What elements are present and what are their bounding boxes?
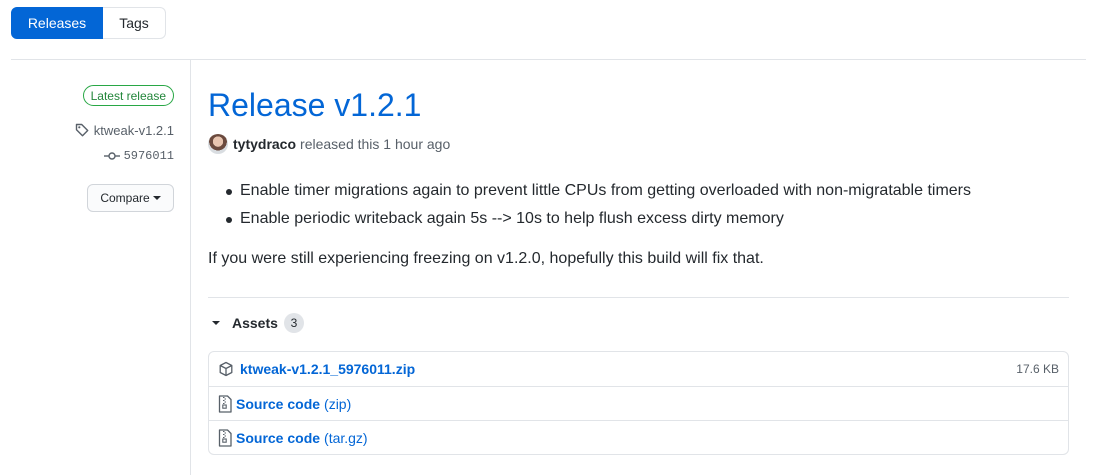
assets-list: ktweak-v1.2.1_5976011.zip 17.6 KB Source… bbox=[208, 351, 1069, 455]
avatar[interactable] bbox=[208, 134, 228, 154]
asset-size: 17.6 KB bbox=[1016, 362, 1059, 376]
release-title[interactable]: Release v1.2.1 bbox=[208, 84, 421, 126]
author-link[interactable]: tytydraco bbox=[233, 136, 296, 152]
compare-label: Compare bbox=[100, 191, 150, 205]
release-tabs: Releases Tags bbox=[11, 7, 166, 39]
list-item: Enable periodic writeback again 5s --> 1… bbox=[226, 208, 971, 230]
compare-button[interactable]: Compare bbox=[87, 184, 174, 212]
package-icon bbox=[218, 361, 234, 377]
assets-label: Assets bbox=[232, 315, 278, 331]
tag-name: ktweak-v1.2.1 bbox=[93, 122, 174, 138]
assets-count-badge: 3 bbox=[283, 313, 304, 333]
chevron-down-icon bbox=[212, 321, 220, 325]
chevron-down-icon bbox=[152, 196, 161, 200]
asset-ext[interactable]: (tar.gz) bbox=[324, 430, 368, 446]
release-byline: tytydraco released this 1 hour ago bbox=[208, 134, 450, 154]
list-item: Enable timer migrations again to prevent… bbox=[226, 180, 971, 202]
commit-link[interactable]: 5976011 bbox=[103, 149, 174, 163]
assets-toggle[interactable]: Assets 3 bbox=[212, 313, 304, 333]
source-code-tar-link[interactable]: Source code bbox=[236, 430, 320, 446]
asset-row: Source code (tar.gz) bbox=[209, 420, 1068, 454]
file-zip-icon bbox=[218, 428, 232, 447]
timeline-divider bbox=[190, 60, 191, 475]
tab-tags[interactable]: Tags bbox=[103, 7, 166, 39]
tag-icon bbox=[74, 122, 90, 138]
commit-sha: 5976011 bbox=[123, 149, 174, 163]
release-notes-list: Enable timer migrations again to prevent… bbox=[226, 180, 971, 236]
source-code-zip-link[interactable]: Source code bbox=[236, 396, 320, 412]
release-notes-paragraph: If you were still experiencing freezing … bbox=[208, 250, 764, 267]
commit-icon bbox=[103, 150, 120, 162]
asset-row: Source code (zip) bbox=[209, 386, 1068, 420]
asset-download-link[interactable]: ktweak-v1.2.1_5976011.zip bbox=[240, 361, 415, 377]
file-zip-icon bbox=[218, 394, 232, 413]
released-text: released this 1 hour ago bbox=[300, 136, 451, 152]
tag-link[interactable]: ktweak-v1.2.1 bbox=[74, 122, 174, 138]
divider bbox=[11, 59, 1086, 60]
asset-row: ktweak-v1.2.1_5976011.zip 17.6 KB bbox=[209, 352, 1068, 386]
divider bbox=[208, 297, 1069, 298]
latest-release-badge: Latest release bbox=[82, 85, 174, 106]
asset-ext[interactable]: (zip) bbox=[324, 396, 351, 412]
tab-releases[interactable]: Releases bbox=[11, 7, 103, 39]
